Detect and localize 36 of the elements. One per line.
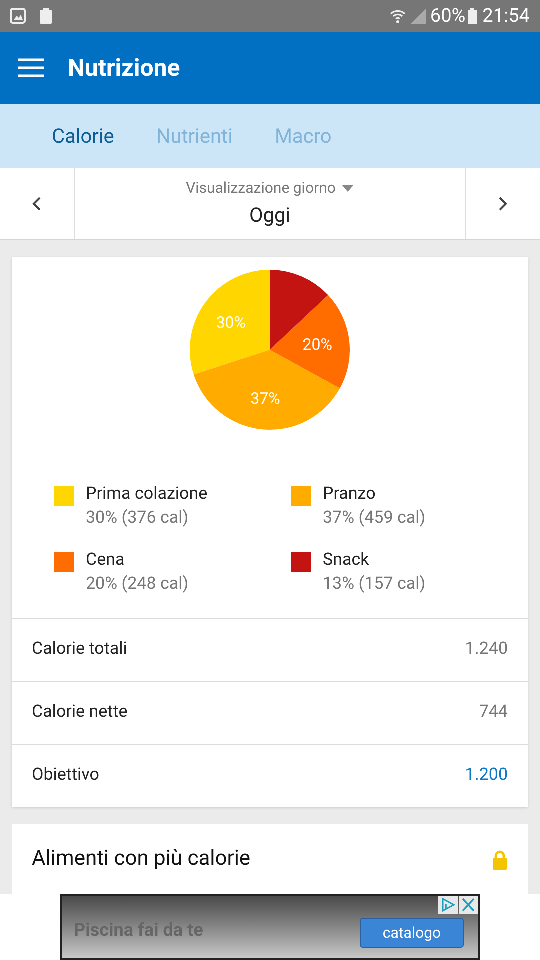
battery-icon [468, 8, 477, 24]
slice-label: 37% [250, 388, 280, 408]
wifi-icon [390, 8, 406, 24]
menu-icon[interactable] [18, 58, 44, 78]
total-value: 1.200 [465, 764, 508, 788]
legend-label: Prima colazione [86, 483, 208, 506]
chevron-left-icon [32, 196, 42, 212]
screen-title: Nutrizione [68, 53, 180, 84]
card-title: Alimenti con più calorie [32, 846, 251, 873]
image-icon [10, 8, 26, 24]
close-icon[interactable] [459, 896, 478, 914]
battery-percent: 60% [430, 2, 466, 29]
legend-detail: 20% (248 cal) [86, 573, 189, 596]
dropdown-caret-icon [342, 185, 354, 192]
selected-day: Oggi [249, 200, 291, 230]
ad-info-icon[interactable] [438, 896, 458, 914]
ad-button[interactable]: catalogo [360, 918, 464, 948]
view-mode-dropdown[interactable]: Visualizzazione giorno Oggi [75, 168, 465, 239]
legend-detail: 37% (459 cal) [323, 507, 426, 530]
legend-label: Snack [323, 549, 370, 572]
total-value: 744 [479, 701, 508, 724]
slice-label: 30% [216, 312, 246, 332]
slice-label: 20% [302, 334, 332, 354]
clock: 21:54 [482, 2, 530, 29]
legend-label: Cena [86, 549, 126, 572]
legend-detail: 13% (157 cal) [323, 573, 426, 596]
chevron-right-icon [498, 196, 508, 212]
tab[interactable]: Calorie [52, 121, 114, 151]
legend-detail: 30% (376 cal) [86, 507, 190, 530]
view-mode-label: Visualizzazione giorno [186, 178, 336, 200]
total-label: Calorie nette [32, 701, 128, 724]
total-value: 1.240 [465, 638, 508, 662]
legend-label: Pranzo [323, 483, 377, 506]
total-label: Obiettivo [32, 764, 100, 788]
total-label: Calorie totali [32, 638, 128, 662]
signal-icon [410, 8, 426, 24]
